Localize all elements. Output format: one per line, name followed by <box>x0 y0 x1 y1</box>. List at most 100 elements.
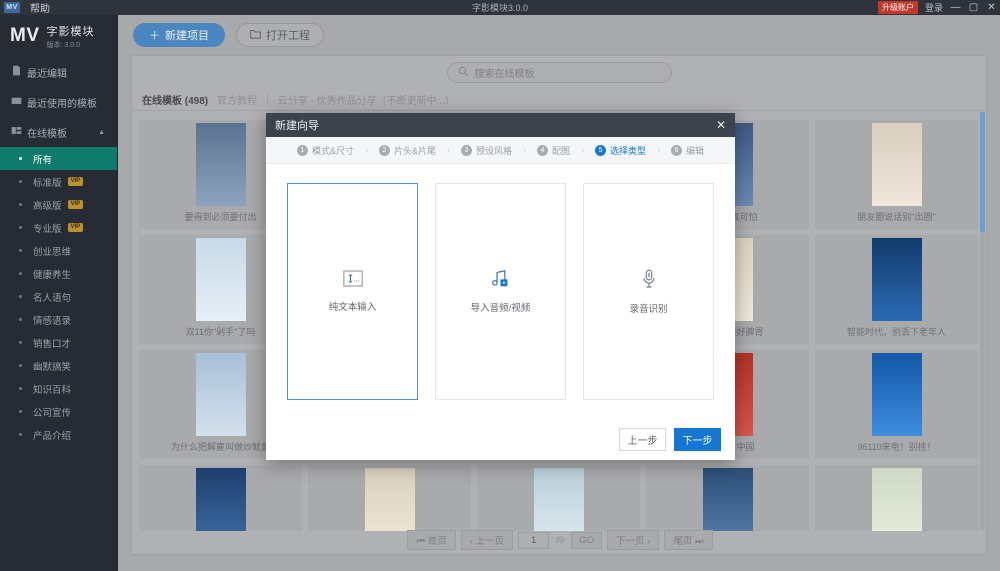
plus-icon: ＋ <box>149 30 160 42</box>
tab-item[interactable]: 官方教程 <box>217 92 257 107</box>
sidebar-subitem[interactable]: 产品介绍 <box>0 423 117 446</box>
upgrade-account-button[interactable]: 升级账户 <box>877 1 918 14</box>
option-card-voice-recognition[interactable]: 录音识别 <box>583 183 714 400</box>
option-card-import-media[interactable]: 导入音频/视频 <box>435 183 566 400</box>
sidebar-item-recent-edits[interactable]: 最近编辑 <box>0 57 117 87</box>
sidebar-subitem-label: 名人语句 <box>33 292 72 304</box>
template-card[interactable] <box>643 462 812 531</box>
wizard-step[interactable]: 5 选择类型 <box>595 144 646 157</box>
wizard-step[interactable]: 1 模式&尺寸 <box>296 144 354 157</box>
close-icon[interactable]: ✕ <box>986 2 997 13</box>
sidebar-item-online-templates[interactable]: 在线模板 ▲ <box>0 117 117 147</box>
new-project-button[interactable]: ＋ 新建项目 <box>133 23 225 47</box>
text-input-icon <box>342 270 363 290</box>
page-prev-button[interactable]: ‹ 上一页 <box>460 530 513 550</box>
scrollbar-thumb[interactable] <box>980 112 985 232</box>
sidebar-item-recent-templates[interactable]: 最近使用的模板 <box>0 87 117 117</box>
title-bar: MV 帮助 字影模块3.0.0 升级账户 登录 — ▢ ✕ <box>0 0 1000 15</box>
sidebar-subitem-label: 公司宣传 <box>33 407 72 419</box>
template-thumbnail[interactable] <box>195 123 246 206</box>
step-label: 配图 <box>552 145 571 156</box>
wizard-steps: 1 模式&尺寸 › 2 片头&片尾 › 3 预设风格 › 4 配图 › 5 选择类型 › 6 编辑 <box>266 137 735 164</box>
page-number-input[interactable]: 1 <box>517 531 550 549</box>
sidebar-subitem[interactable]: 情感语录 <box>0 308 117 331</box>
bullet-icon <box>19 295 22 298</box>
bullet-icon <box>19 157 22 160</box>
sidebar-subitem-list: 所有 标准版 VIP 高级版 VIP 专业版 VIP 创业思维 健康养生 名人语句 情感语录 销售口才… <box>0 147 117 446</box>
chevron-right-icon: › <box>523 145 526 155</box>
step-label: 编辑 <box>686 145 705 156</box>
template-caption: 朋友圈说话别"出圈" <box>857 212 936 222</box>
sidebar-subitem-label: 高级版 <box>33 200 62 212</box>
page-last-button[interactable]: 尾页 ⏭ <box>664 530 713 550</box>
template-caption: 双11你"剁手"了吗 <box>185 327 256 337</box>
sidebar-subitem[interactable]: 健康养生 <box>0 262 117 285</box>
template-card[interactable]: 96110来电！别挂！ <box>812 347 981 462</box>
template-caption: 要得到必须要付出 <box>184 212 257 222</box>
sidebar-subitem[interactable]: 所有 <box>0 147 117 170</box>
step-label: 模式&尺寸 <box>311 145 354 156</box>
template-card[interactable] <box>812 462 981 531</box>
template-thumbnail[interactable] <box>364 468 415 531</box>
template-thumbnail[interactable] <box>195 468 246 531</box>
sidebar-subitem[interactable]: 公司宣传 <box>0 400 117 423</box>
option-label: 导入音频/视频 <box>470 303 531 314</box>
sidebar-subitem[interactable]: 标准版 VIP <box>0 170 117 193</box>
wizard-step[interactable]: 6 编辑 <box>671 144 704 157</box>
dialog-body: 纯文本输入 导入音频/视频 录音识别 <box>266 164 735 419</box>
next-step-button[interactable]: 下一步 <box>674 428 721 451</box>
page-total: /9 <box>556 534 565 546</box>
maximize-icon[interactable]: ▢ <box>968 2 979 13</box>
template-card[interactable]: 智能时代，别丢下老年人 <box>812 232 981 347</box>
vip-badge: VIP <box>67 177 84 186</box>
template-thumbnail[interactable] <box>195 353 246 436</box>
sidebar-item-label: 在线模板 <box>27 128 67 140</box>
template-card[interactable]: 朋友圈说话别"出圈" <box>812 117 981 232</box>
sidebar-subitem-label: 情感语录 <box>33 315 72 327</box>
sidebar-subitem[interactable]: 专业版 VIP <box>0 216 117 239</box>
template-card[interactable] <box>305 462 474 531</box>
wizard-step[interactable]: 3 预设风格 <box>460 144 512 157</box>
template-thumbnail[interactable] <box>871 353 922 436</box>
option-label: 纯文本输入 <box>328 302 377 313</box>
sidebar-subitem[interactable]: 名人语句 <box>0 285 117 308</box>
pagination: ⏮ 首页 ‹ 上一页 1 /9 GO 下一页 › 尾页 ⏭ <box>132 530 988 550</box>
sidebar-subitem-label: 专业版 <box>33 223 62 235</box>
template-thumbnail[interactable] <box>871 123 922 206</box>
page-go-button[interactable]: GO <box>571 531 602 549</box>
close-icon[interactable]: ✕ <box>716 118 726 132</box>
tab-item[interactable]: 在线模板 (498) <box>142 92 208 107</box>
open-project-button[interactable]: 打开工程 <box>236 23 324 47</box>
template-thumbnail[interactable] <box>871 238 922 321</box>
template-card[interactable] <box>136 462 305 531</box>
minimize-icon[interactable]: — <box>950 2 961 13</box>
dialog-header: 新建向导 ✕ <box>266 113 735 137</box>
template-thumbnail[interactable] <box>195 238 246 321</box>
sidebar-subitem[interactable]: 幽默搞笑 <box>0 354 117 377</box>
search-input[interactable]: 搜索在线模板 <box>475 65 535 80</box>
tab-item[interactable]: 云分享 - 优秀作品分享（不断更新中...） <box>278 92 455 107</box>
option-card-text-input[interactable]: 纯文本输入 <box>287 183 418 400</box>
prev-step-button[interactable]: 上一步 <box>619 428 666 451</box>
search-box[interactable]: 搜索在线模板 <box>446 62 672 83</box>
chevron-up-icon[interactable]: ▲ <box>98 129 105 136</box>
sidebar-subitem[interactable]: 高级版 VIP <box>0 193 117 216</box>
vertical-scrollbar[interactable] <box>980 112 985 530</box>
login-button[interactable]: 登录 <box>925 1 943 14</box>
card-icon <box>11 95 27 109</box>
page-next-button[interactable]: 下一页 › <box>607 530 660 550</box>
sidebar-subitem[interactable]: 销售口才 <box>0 331 117 354</box>
wizard-step[interactable]: 4 配图 <box>537 144 570 157</box>
template-thumbnail[interactable] <box>533 468 584 531</box>
new-wizard-dialog: 新建向导 ✕ 1 模式&尺寸 › 2 片头&片尾 › 3 预设风格 › 4 配图 › 5 选择类型 › 6 编辑… <box>266 113 735 460</box>
new-project-label: 新建项目 <box>165 30 209 42</box>
template-card[interactable] <box>474 462 643 531</box>
sidebar-subitem[interactable]: 创业思维 <box>0 239 117 262</box>
template-thumbnail[interactable] <box>871 468 922 531</box>
dialog-title: 新建向导 <box>275 120 319 132</box>
sidebar-subitem-label: 知识百科 <box>33 384 72 396</box>
template-thumbnail[interactable] <box>702 468 753 531</box>
sidebar-subitem[interactable]: 知识百科 <box>0 377 117 400</box>
page-first-button[interactable]: ⏮ 首页 <box>407 530 456 550</box>
wizard-step[interactable]: 2 片头&片尾 <box>378 144 436 157</box>
